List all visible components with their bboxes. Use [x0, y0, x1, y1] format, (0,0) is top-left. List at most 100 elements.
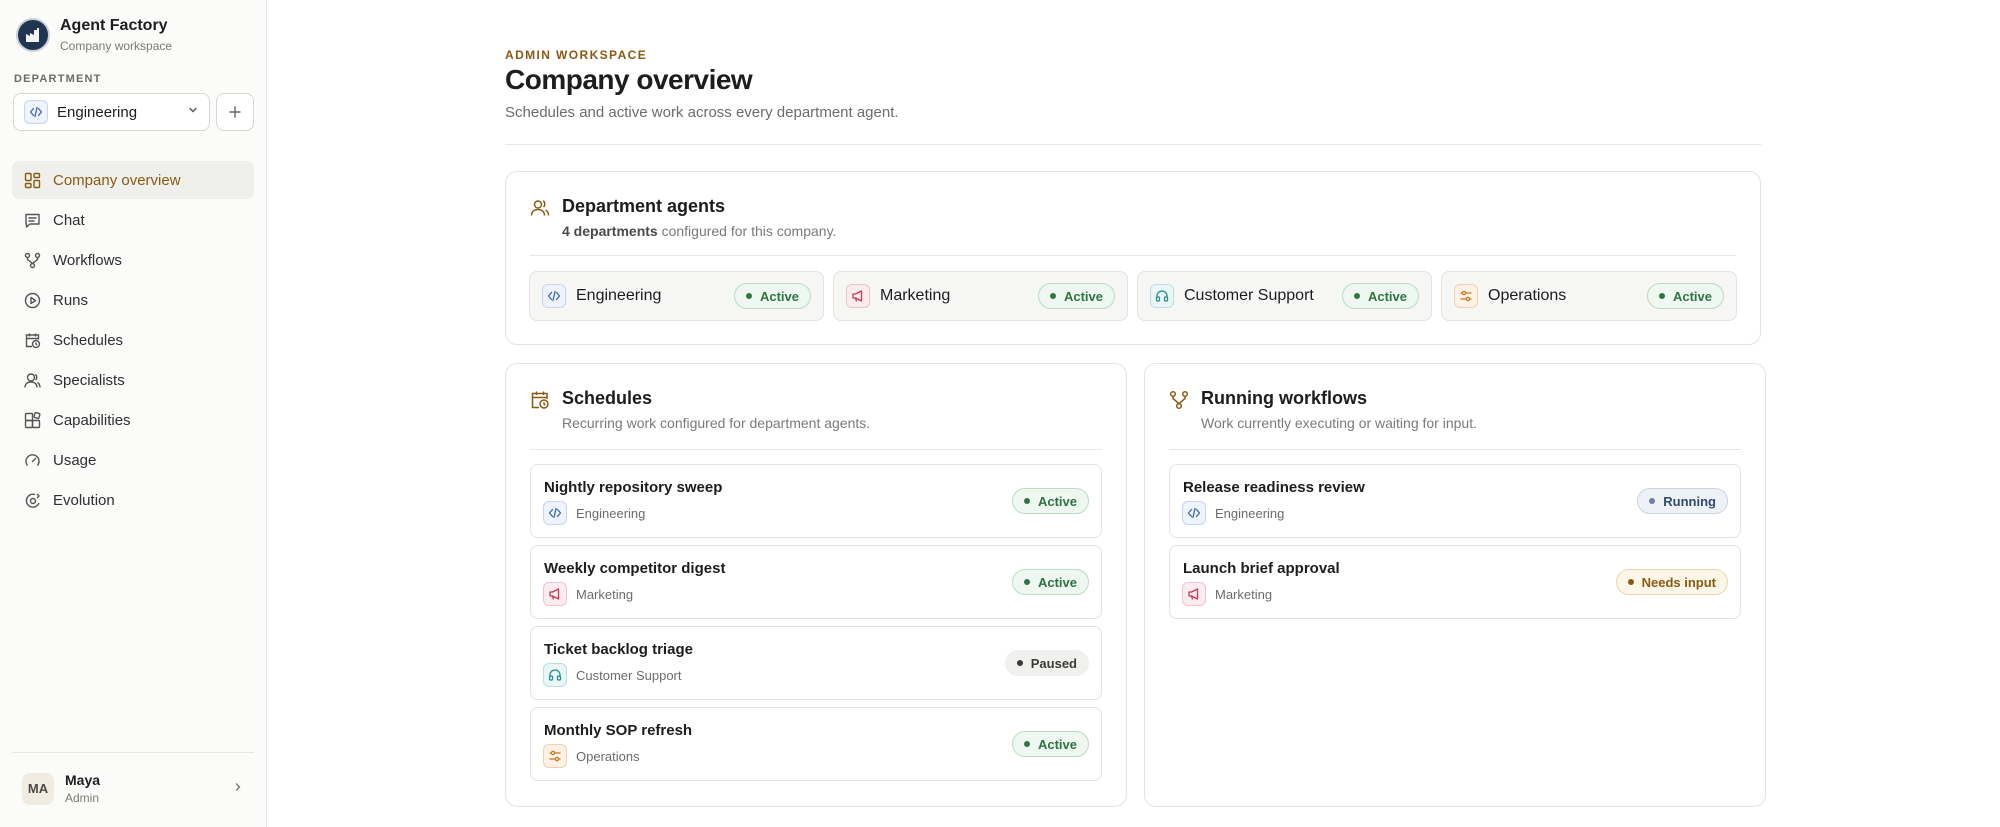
- department-agents-title: Department agents: [562, 196, 726, 216]
- sidebar-item-label: Company overview: [53, 171, 181, 189]
- sidebar-item-label: Runs: [53, 291, 89, 309]
- schedule-row[interactable]: Monthly SOP refresh Operations Active: [530, 707, 1102, 781]
- user-role: Admin: [65, 791, 100, 805]
- megaphone-icon: [1182, 582, 1206, 606]
- blocks-icon: [23, 411, 41, 429]
- grid-icon: [23, 171, 41, 189]
- sliders-icon: [543, 744, 567, 768]
- status-badge: Active: [1011, 488, 1089, 514]
- schedule-title: Ticket backlog triage: [544, 641, 693, 658]
- users-icon: [530, 198, 550, 218]
- department-count: 4 departments: [562, 223, 658, 239]
- department-agents-subtitle: 4 departments configured for this compan…: [562, 223, 837, 239]
- workflow-icon: [1169, 390, 1189, 410]
- user-name: Maya: [65, 772, 101, 788]
- workflow-title: Launch brief approval: [1183, 560, 1340, 577]
- schedules-card: Schedules Recurring work configured for …: [505, 363, 1127, 807]
- page-eyebrow: ADMIN WORKSPACE: [505, 48, 648, 62]
- department-name: Operations: [1488, 287, 1567, 304]
- sidebar-item-label: Specialists: [53, 371, 125, 389]
- calendar-clock-icon: [23, 331, 41, 349]
- sidebar-item-label: Evolution: [53, 491, 115, 509]
- status-badge: Active: [733, 283, 811, 309]
- schedule-title: Weekly competitor digest: [544, 560, 726, 577]
- plus-icon: [229, 106, 241, 118]
- brand[interactable]: Agent Factory Company workspace: [16, 16, 172, 54]
- sidebar-item-chat[interactable]: Chat: [12, 201, 254, 239]
- code-icon: [542, 284, 566, 308]
- brand-name: Agent Factory: [60, 17, 168, 34]
- schedule-title: Monthly SOP refresh: [544, 722, 693, 739]
- sidebar-item-specialists[interactable]: Specialists: [12, 361, 254, 399]
- department-select-value: Engineering: [57, 103, 138, 121]
- sidebar-item-usage[interactable]: Usage: [12, 441, 254, 479]
- status-badge: Active: [1037, 283, 1115, 309]
- sidebar-item-schedules[interactable]: Schedules: [12, 321, 254, 359]
- workflow-row[interactable]: Release readiness review Engineering Run…: [1169, 464, 1741, 538]
- schedules-subtitle: Recurring work configured for department…: [562, 415, 871, 431]
- sidebar-item-evolution[interactable]: Evolution: [12, 481, 254, 519]
- department-agents-card: Department agents 4 departments configur…: [505, 171, 1761, 345]
- card-divider: [530, 449, 1102, 450]
- running-workflows-subtitle: Work currently executing or waiting for …: [1201, 415, 1477, 431]
- schedule-department: Marketing: [576, 586, 634, 602]
- sliders-icon: [1454, 284, 1478, 308]
- chevron-down-icon: [187, 103, 199, 121]
- running-workflows-title: Running workflows: [1201, 388, 1367, 408]
- department-tile-marketing[interactable]: Marketing Active: [833, 271, 1128, 321]
- workflow-row[interactable]: Launch brief approval Marketing Needs in…: [1169, 545, 1741, 619]
- sidebar-item-workflows[interactable]: Workflows: [12, 241, 254, 279]
- schedules-title: Schedules: [562, 388, 653, 408]
- status-badge: Active: [1011, 731, 1089, 757]
- chevron-right-icon: [232, 780, 244, 798]
- schedule-row[interactable]: Ticket backlog triage Customer Support P…: [530, 626, 1102, 700]
- chat-icon: [23, 211, 41, 229]
- megaphone-icon: [846, 284, 870, 308]
- code-icon: [24, 100, 48, 124]
- user-menu[interactable]: MA Maya Admin: [12, 752, 254, 808]
- sidebar-item-label: Usage: [53, 451, 97, 469]
- add-department-button[interactable]: [216, 93, 254, 131]
- status-badge: Running: [1637, 488, 1728, 514]
- workflow-title: Release readiness review: [1183, 479, 1365, 496]
- sidebar-item-company-overview[interactable]: Company overview: [12, 161, 254, 199]
- card-divider: [1169, 449, 1741, 450]
- schedule-department: Customer Support: [576, 667, 682, 683]
- running-workflows-card: Running workflows Work currently executi…: [1144, 363, 1766, 807]
- headset-icon: [543, 663, 567, 687]
- department-tile-operations[interactable]: Operations Active: [1441, 271, 1737, 321]
- department-tile-customer-support[interactable]: Customer Support Active: [1137, 271, 1432, 321]
- gauge-icon: [23, 451, 41, 469]
- status-badge: Needs input: [1615, 569, 1728, 595]
- brand-subtitle: Company workspace: [60, 39, 173, 53]
- sidebar-item-runs[interactable]: Runs: [12, 281, 254, 319]
- schedule-row[interactable]: Nightly repository sweep Engineering Act…: [530, 464, 1102, 538]
- page-subtitle: Schedules and active work across every d…: [505, 104, 899, 121]
- calendar-clock-icon: [530, 390, 550, 410]
- status-badge: Active: [1341, 283, 1419, 309]
- evolution-icon: [23, 491, 41, 509]
- code-icon: [1182, 501, 1206, 525]
- status-badge: Active: [1011, 569, 1089, 595]
- code-icon: [543, 501, 567, 525]
- factory-logo-icon: [16, 18, 50, 52]
- department-tile-engineering[interactable]: Engineering Active: [529, 271, 824, 321]
- workflow-department: Engineering: [1215, 505, 1285, 521]
- department-label: DEPARTMENT: [14, 73, 102, 85]
- avatar: MA: [22, 772, 54, 805]
- sidebar-item-label: Chat: [53, 211, 85, 229]
- sidebar: Agent Factory Company workspace DEPARTME…: [0, 0, 267, 827]
- schedule-row[interactable]: Weekly competitor digest Marketing Activ…: [530, 545, 1102, 619]
- department-name: Customer Support: [1184, 287, 1314, 304]
- sidebar-item-capabilities[interactable]: Capabilities: [12, 401, 254, 439]
- schedule-department: Operations: [576, 748, 640, 764]
- play-circle-icon: [23, 291, 41, 309]
- status-badge: Active: [1646, 283, 1724, 309]
- card-divider: [530, 255, 1736, 256]
- sidebar-nav: Company overview Chat Workflows Runs Sch…: [12, 161, 254, 521]
- workflow-department: Marketing: [1215, 586, 1273, 602]
- schedule-department: Engineering: [576, 505, 646, 521]
- department-select[interactable]: Engineering: [13, 93, 210, 131]
- header-divider: [505, 144, 1761, 145]
- workflow-icon: [23, 251, 41, 269]
